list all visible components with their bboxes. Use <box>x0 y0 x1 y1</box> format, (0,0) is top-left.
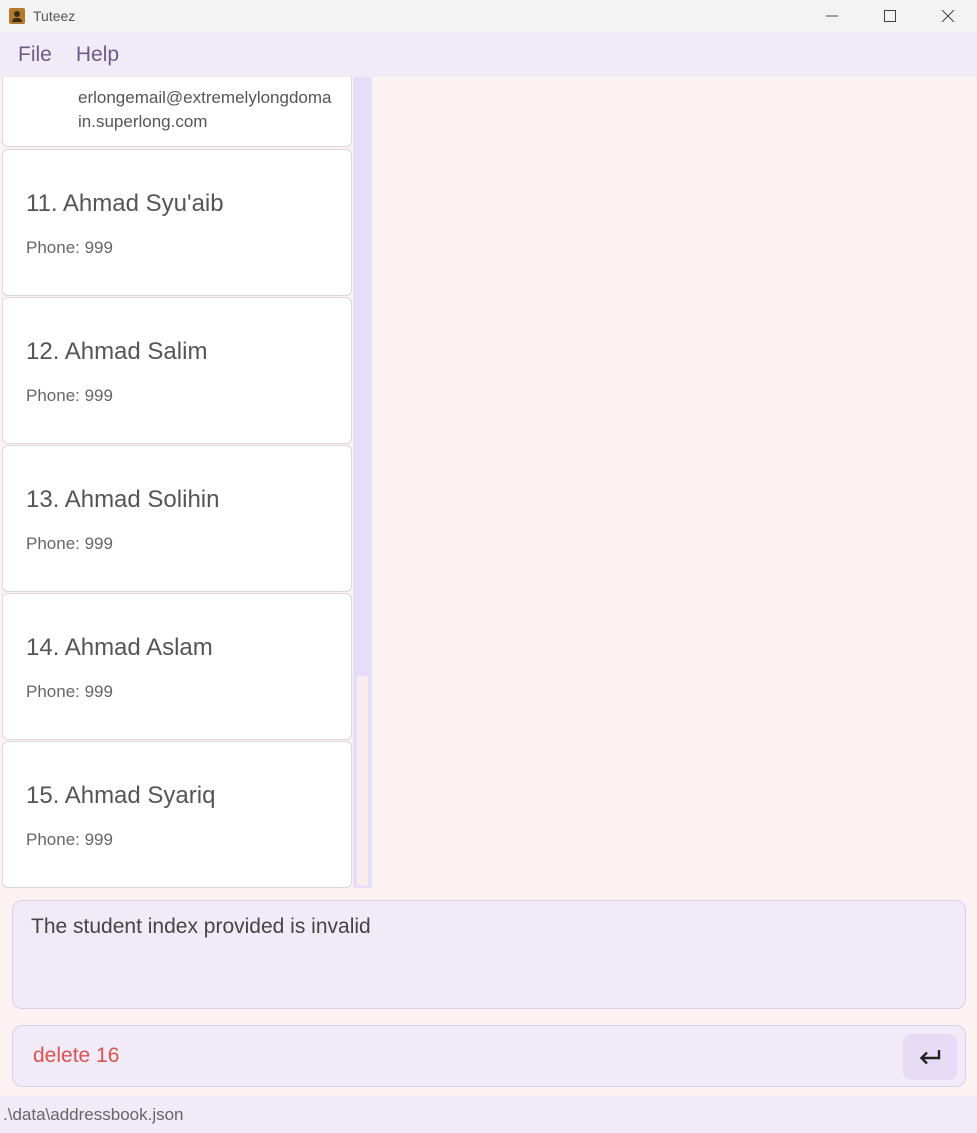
student-name: 12. Ahmad Salim <box>26 338 208 365</box>
contact-book-icon <box>9 8 25 24</box>
menu-file[interactable]: File <box>18 43 52 67</box>
student-card-partial[interactable]: erlongemail@extremelylongdoma in.superlo… <box>2 77 352 147</box>
minimize-button[interactable] <box>803 0 861 32</box>
title-bar: Tuteez <box>0 0 977 32</box>
student-card[interactable]: 14. Ahmad Aslam Phone: 999 <box>2 593 352 740</box>
close-button[interactable] <box>919 0 977 32</box>
student-phone: Phone: 999 <box>26 238 113 257</box>
result-message: The student index provided is invalid <box>31 915 371 938</box>
close-icon <box>942 10 954 22</box>
student-email: erlongemail@extremelylongdoma in.superlo… <box>78 86 348 134</box>
student-name: 14. Ahmad Aslam <box>26 634 213 661</box>
command-box <box>12 1025 966 1087</box>
result-display: The student index provided is invalid <box>12 900 966 1009</box>
command-input[interactable] <box>25 1036 901 1076</box>
student-phone: Phone: 999 <box>26 682 113 701</box>
email-line: erlongemail@extremelylongdoma <box>78 88 332 107</box>
student-phone: Phone: 999 <box>26 830 113 849</box>
student-card[interactable]: 15. Ahmad Syariq Phone: 999 <box>2 741 352 888</box>
student-name: 13. Ahmad Solihin <box>26 486 220 513</box>
student-name: 11. Ahmad Syu'aib <box>26 190 224 217</box>
enter-icon <box>919 1050 941 1065</box>
maximize-button[interactable] <box>861 0 919 32</box>
student-list-panel[interactable]: erlongemail@extremelylongdoma in.superlo… <box>0 77 372 888</box>
student-card[interactable]: 11. Ahmad Syu'aib Phone: 999 <box>2 149 352 296</box>
menu-bar: File Help <box>0 32 977 77</box>
student-phone: Phone: 999 <box>26 386 113 405</box>
minimize-icon <box>826 15 838 17</box>
save-location: .\data\addressbook.json <box>3 1104 184 1124</box>
student-card[interactable]: 12. Ahmad Salim Phone: 999 <box>2 297 352 444</box>
status-bar: .\data\addressbook.json <box>0 1096 977 1133</box>
student-card[interactable]: 13. Ahmad Solihin Phone: 999 <box>2 445 352 592</box>
maximize-icon <box>884 10 896 22</box>
student-phone: Phone: 999 <box>26 534 113 553</box>
window-controls <box>803 0 977 32</box>
list-scrollbar-thumb[interactable] <box>357 676 368 886</box>
menu-help[interactable]: Help <box>76 43 119 67</box>
email-line: in.superlong.com <box>78 112 208 131</box>
submit-command-button[interactable] <box>903 1034 957 1080</box>
window-title: Tuteez <box>33 8 76 24</box>
student-name: 15. Ahmad Syariq <box>26 782 216 809</box>
